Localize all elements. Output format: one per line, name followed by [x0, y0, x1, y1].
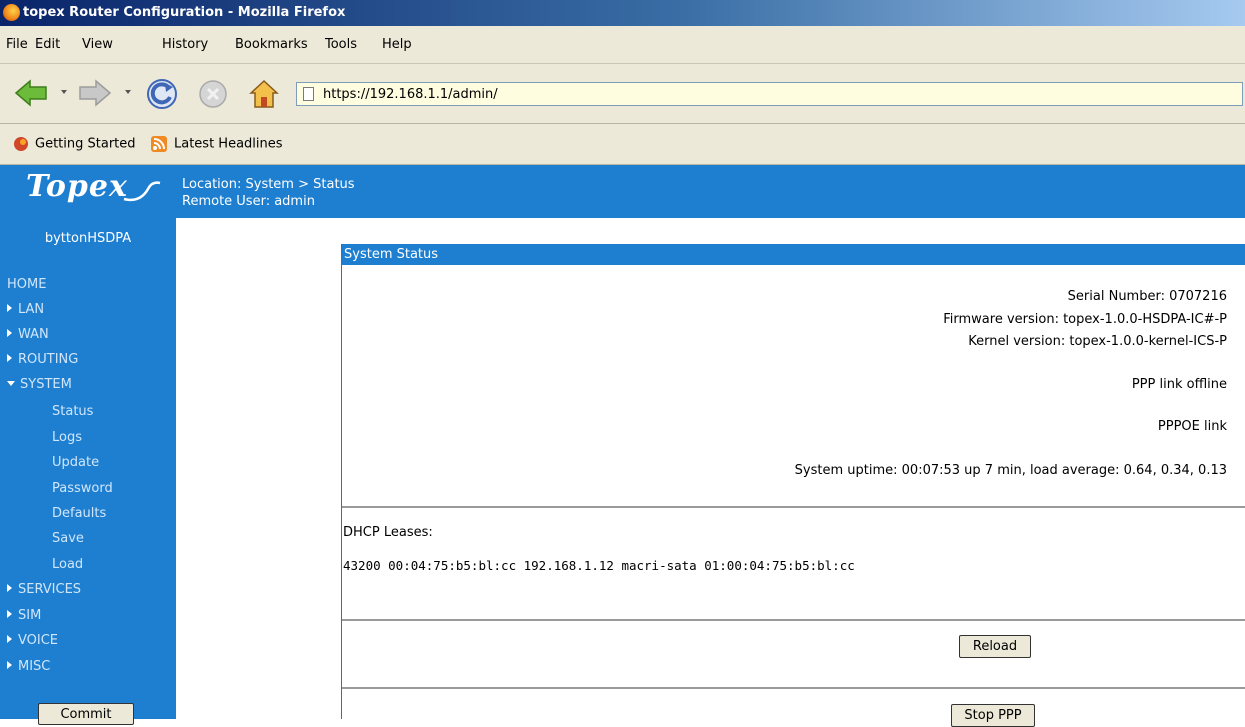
kernel-version: Kernel version: topex-1.0.0-kernel-ICS-P	[968, 334, 1227, 349]
url-text[interactable]: https://192.168.1.1/admin/	[323, 87, 498, 102]
menu-history[interactable]: History	[162, 37, 208, 52]
bookmark-latest-headlines[interactable]: Latest Headlines	[151, 136, 283, 152]
menu-tools[interactable]: Tools	[325, 37, 357, 52]
dhcp-lease-entry: 43200 00:04:75:b5:bl:cc 192.168.1.12 mac…	[343, 558, 855, 573]
page-icon	[303, 87, 314, 101]
panel-title: System Status	[344, 247, 439, 262]
back-icon[interactable]	[14, 78, 48, 108]
rss-feed-icon	[151, 136, 167, 152]
bookmark-label: Getting Started	[35, 136, 136, 152]
menu-file[interactable]: File	[6, 37, 28, 52]
sidebar-item-system[interactable]: SYSTEM	[7, 377, 72, 392]
bookmark-getting-started[interactable]: Getting Started	[12, 136, 136, 152]
dhcp-leases-label: DHCP Leases:	[343, 525, 433, 540]
menu-bar: File Edit View History Bookmarks Tools H…	[0, 26, 1245, 64]
section-divider	[342, 619, 1245, 621]
pppoe-link-status: PPPOE link	[1157, 419, 1227, 434]
logo-swoosh-icon	[123, 181, 161, 202]
system-uptime: System uptime: 00:07:53 up 7 min, load a…	[794, 463, 1227, 478]
commit-button[interactable]: Commit	[38, 703, 134, 725]
sidebar-item-sim[interactable]: SIM	[7, 608, 41, 623]
expand-arrow-icon	[7, 304, 12, 312]
window-titlebar: topex Router Configuration - Mozilla Fir…	[0, 0, 1245, 26]
serial-number: Serial Number: 0707216	[1067, 289, 1227, 304]
menu-edit[interactable]: Edit	[35, 37, 60, 52]
topex-logo: Topex	[26, 169, 128, 204]
location-breadcrumb: Location: System > Status	[182, 177, 355, 192]
sidebar-item-lan[interactable]: LAN	[7, 302, 44, 317]
sidebar-item-label: Save	[52, 531, 84, 546]
section-divider	[342, 506, 1245, 508]
window-title: topex Router Configuration - Mozilla Fir…	[23, 5, 346, 20]
reload-button[interactable]: Reload	[959, 635, 1031, 658]
bookmarks-toolbar: Getting Started Latest Headlines	[0, 124, 1245, 165]
sidebar-item-label: MISC	[18, 659, 51, 674]
expand-arrow-icon	[7, 635, 12, 643]
sidebar-item-label: SERVICES	[18, 582, 82, 597]
home-icon[interactable]	[248, 78, 280, 110]
menu-bookmarks[interactable]: Bookmarks	[235, 37, 308, 52]
bookmark-label: Latest Headlines	[174, 136, 283, 152]
sidebar-item-voice[interactable]: VOICE	[7, 633, 58, 648]
firmware-version: Firmware version: topex-1.0.0-HSDPA-IC#-…	[943, 312, 1227, 327]
sidebar-item-label: Password	[52, 481, 113, 496]
sidebar-item-label: WAN	[18, 327, 49, 342]
firefox-icon	[3, 4, 20, 21]
stop-icon[interactable]	[197, 78, 229, 110]
page-header: Topex Location: System > Status Remote U…	[0, 165, 1245, 218]
sidebar-subitem-load[interactable]: Load	[52, 557, 83, 572]
sidebar-item-label: SYSTEM	[20, 377, 72, 392]
sidebar-item-services[interactable]: SERVICES	[7, 582, 81, 597]
sidebar-subitem-password[interactable]: Password	[52, 481, 113, 496]
sidebar-item-routing[interactable]: ROUTING	[7, 352, 78, 367]
panel-title-bar: System Status	[342, 244, 1245, 265]
device-hostname: byttonHSDPA	[44, 231, 132, 246]
sidebar-item-label: LAN	[18, 302, 45, 317]
collapse-arrow-icon	[7, 381, 15, 386]
section-divider	[342, 687, 1245, 689]
expand-arrow-icon	[7, 610, 12, 618]
sidebar-item-misc[interactable]: MISC	[7, 659, 50, 674]
sidebar-subitem-update[interactable]: Update	[52, 455, 99, 470]
menu-view[interactable]: View	[82, 37, 113, 52]
sidebar-item-label: Defaults	[52, 506, 107, 521]
menu-help[interactable]: Help	[382, 37, 412, 52]
sidebar-item-label: ROUTING	[18, 352, 79, 367]
back-dropdown-icon[interactable]	[61, 90, 67, 94]
sidebar-subitem-defaults[interactable]: Defaults	[52, 506, 106, 521]
sidebar-subitem-save[interactable]: Save	[52, 531, 84, 546]
sidebar-item-home[interactable]: HOME	[7, 277, 46, 292]
sidebar-item-label: VOICE	[18, 633, 59, 648]
ppp-link-status: PPP link offline	[1131, 377, 1227, 392]
firefox-bookmark-icon	[14, 137, 28, 151]
sidebar-item-wan[interactable]: WAN	[7, 327, 49, 342]
expand-arrow-icon	[7, 354, 12, 362]
navigation-toolbar: https://192.168.1.1/admin/	[0, 64, 1245, 124]
sidebar-item-label: Load	[52, 557, 84, 572]
expand-arrow-icon	[7, 329, 12, 337]
forward-icon[interactable]	[78, 78, 112, 108]
remote-user: Remote User: admin	[182, 194, 315, 209]
reload-icon[interactable]	[146, 78, 178, 110]
expand-arrow-icon	[7, 584, 12, 592]
sidebar-item-label: Update	[52, 455, 100, 470]
sidebar-item-label: Logs	[52, 430, 82, 445]
sidebar-subitem-status[interactable]: Status	[52, 404, 93, 419]
system-status-panel: System Status Serial Number: 0707216 Fir…	[341, 244, 1245, 727]
sidebar: byttonHSDPA HOME LAN WAN ROUTING SYSTEM …	[0, 218, 176, 725]
expand-arrow-icon	[7, 661, 12, 669]
sidebar-item-label: HOME	[7, 277, 47, 292]
url-bar[interactable]: https://192.168.1.1/admin/	[296, 82, 1243, 106]
sidebar-subitem-logs[interactable]: Logs	[52, 430, 82, 445]
stop-ppp-button[interactable]: Stop PPP	[951, 704, 1035, 727]
sidebar-item-label: Status	[52, 404, 94, 419]
forward-dropdown-icon[interactable]	[125, 90, 131, 94]
sidebar-item-label: SIM	[18, 608, 42, 623]
